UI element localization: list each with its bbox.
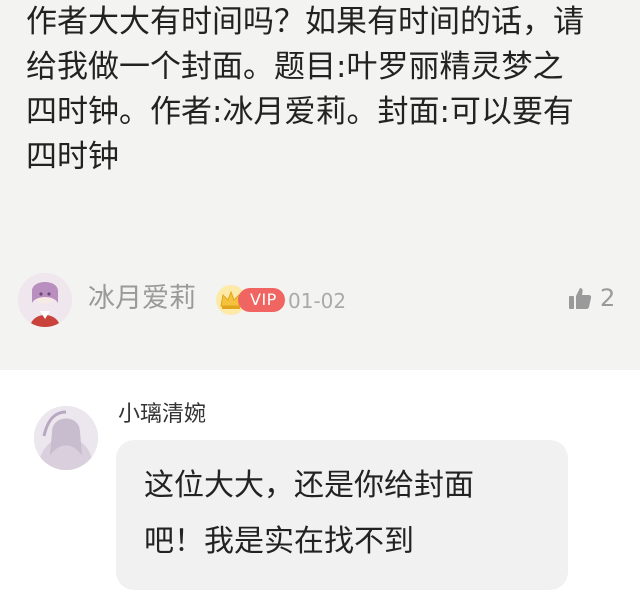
reply-author-avatar[interactable] xyxy=(34,406,98,470)
like-count: 2 xyxy=(600,284,616,312)
vip-badge: VIP xyxy=(238,288,285,312)
author-avatar[interactable] xyxy=(18,273,72,327)
avatar-illustration xyxy=(18,273,72,327)
reply-author-name[interactable]: 小璃清婉 xyxy=(118,400,206,430)
post-meta: 冰月爱莉 VIP 01-02 2 xyxy=(18,270,628,330)
author-name[interactable]: 冰月爱莉 xyxy=(88,282,196,316)
thumbs-up-icon xyxy=(569,288,592,309)
post-card: 作者大大有时间吗？如果有时间的话，请 给我做一个封面。题目:叶罗丽精灵梦之 四时… xyxy=(0,0,640,370)
post-date: 01-02 xyxy=(288,289,347,313)
reply-item: 小璃清婉 这位大大，还是你给封面 吧！我是实在找不到 xyxy=(0,370,640,590)
like-button[interactable]: 2 xyxy=(568,282,628,314)
post-body-text: 作者大大有时间吗？如果有时间的话，请 给我做一个封面。题目:叶罗丽精灵梦之 四时… xyxy=(26,4,584,175)
reply-body-text: 这位大大，还是你给封面 吧！我是实在找不到 xyxy=(144,468,474,559)
reply-avatar-illustration xyxy=(34,406,98,470)
